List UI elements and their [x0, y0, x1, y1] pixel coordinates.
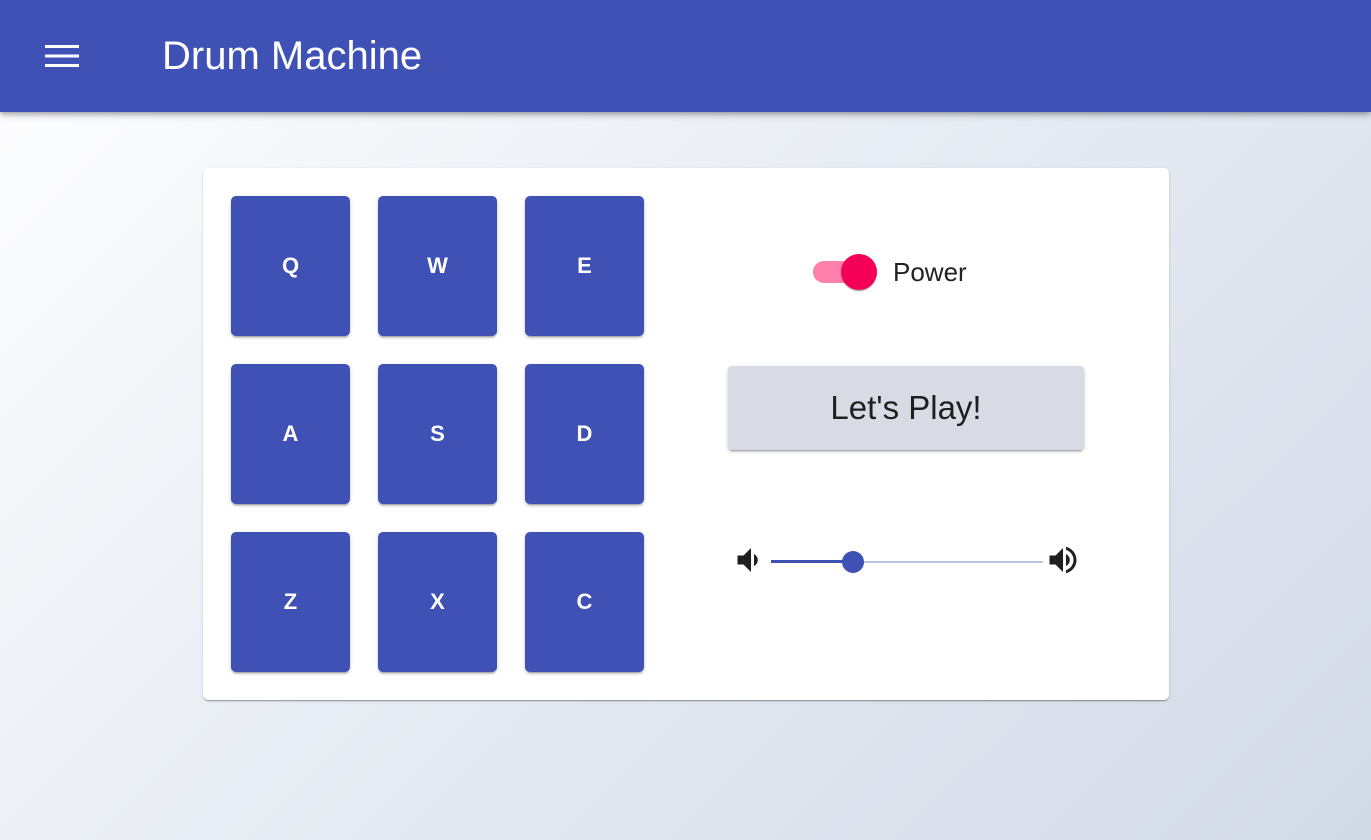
drum-pad-w[interactable]: W	[378, 196, 497, 336]
drum-pad-z[interactable]: Z	[231, 532, 350, 672]
power-label: Power	[893, 256, 967, 287]
volume-up-icon	[1049, 546, 1077, 574]
volume-slider-thumb[interactable]	[841, 551, 864, 573]
power-control: Power	[813, 252, 967, 292]
drum-pad-q[interactable]: Q	[231, 196, 350, 336]
app-bar: Drum Machine	[0, 0, 1371, 112]
drum-pad-x[interactable]: X	[378, 532, 497, 672]
hamburger-menu-icon	[45, 45, 79, 67]
drum-pad-s[interactable]: S	[378, 364, 497, 504]
drum-machine-card: Q W E A S D Z X C Power Let's Play!	[203, 168, 1169, 700]
lets-play-button[interactable]: Let's Play!	[728, 366, 1084, 450]
power-toggle[interactable]	[813, 252, 877, 292]
menu-button[interactable]	[30, 24, 94, 88]
volume-slider-track	[771, 560, 853, 563]
drum-pad-grid: Q W E A S D Z X C	[231, 196, 644, 672]
drum-pad-d[interactable]: D	[525, 364, 644, 504]
power-toggle-thumb[interactable]	[841, 254, 877, 290]
volume-slider[interactable]	[771, 550, 1043, 574]
volume-control	[733, 540, 1089, 580]
drum-pad-a[interactable]: A	[231, 364, 350, 504]
app-title: Drum Machine	[162, 34, 423, 78]
drum-pad-c[interactable]: C	[525, 532, 644, 672]
volume-down-icon	[737, 548, 758, 572]
drum-pad-e[interactable]: E	[525, 196, 644, 336]
